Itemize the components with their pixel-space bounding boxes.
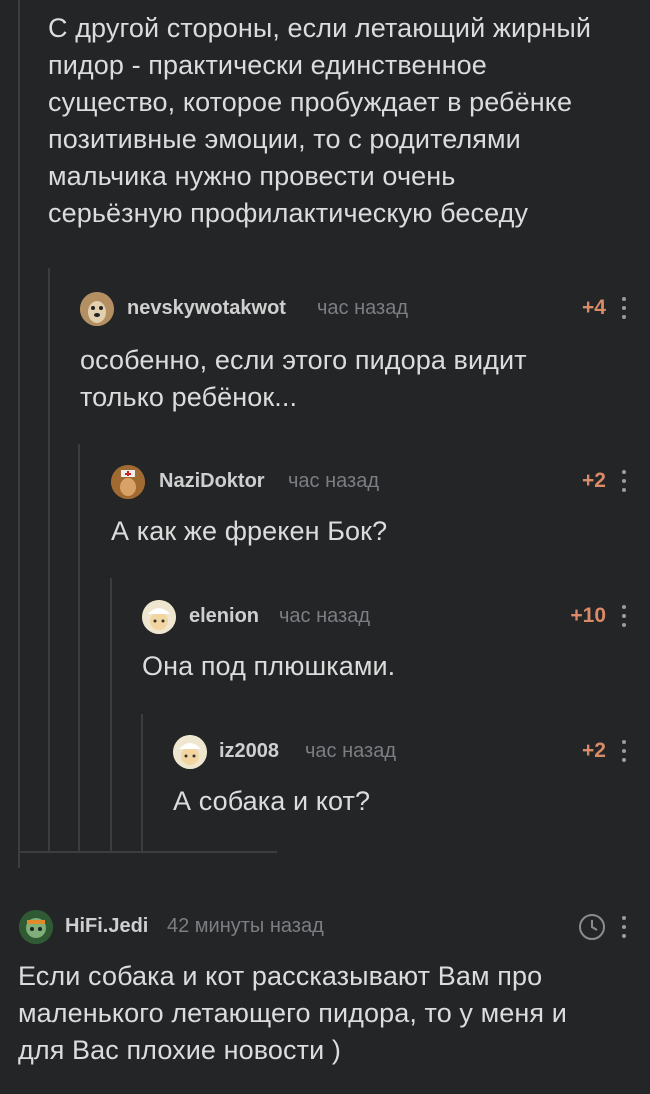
thread-line-5 <box>141 714 143 853</box>
avatar[interactable] <box>80 292 114 326</box>
timestamp: час назад <box>279 605 371 627</box>
text-line: позитивные эмоции, то с родителями <box>48 124 521 154</box>
timestamp: час назад <box>288 470 380 492</box>
text-line: серьёзную профилактическую беседу <box>48 198 529 228</box>
avatar[interactable] <box>142 600 176 634</box>
thread-line-2 <box>48 268 50 853</box>
username[interactable]: iz2008 <box>219 740 279 763</box>
comment-text: А собака и кот? <box>173 783 370 820</box>
rating-score: +4 <box>582 296 606 319</box>
more-vertical-icon[interactable] <box>621 470 627 492</box>
text-line: А как же фрекен Бок? <box>111 516 388 546</box>
timestamp: 42 минуты назад <box>167 915 324 937</box>
text-line: пидор - практически единственное <box>48 50 487 80</box>
text-line: особенно, если этого пидора видит <box>80 345 527 375</box>
thread-bottom-line <box>18 851 277 853</box>
thread-line-1 <box>18 0 20 868</box>
text-line: только ребёнок... <box>80 382 298 412</box>
user-avatar-icon <box>19 910 53 944</box>
text-line: Если собака и кот рассказывают Вам про <box>18 961 543 991</box>
user-avatar-icon <box>173 735 207 769</box>
text-line: С другой стороны, если летающий жирный <box>48 13 592 43</box>
rating-score: +2 <box>582 469 606 492</box>
text-line: маленького летающего пидора, то у меня и <box>18 998 567 1028</box>
text-line: существо, которое пробуждает в ребёнке <box>48 87 573 117</box>
more-vertical-icon[interactable] <box>621 916 627 938</box>
avatar[interactable] <box>173 735 207 769</box>
text-line: Она под плюшками. <box>142 651 396 681</box>
thread-line-4 <box>110 578 112 853</box>
more-vertical-icon[interactable] <box>621 605 627 627</box>
rating-score: +10 <box>570 604 606 627</box>
clock-icon[interactable] <box>578 913 606 941</box>
avatar[interactable] <box>19 910 53 944</box>
avatar[interactable] <box>111 465 145 499</box>
rating-score: +2 <box>582 739 606 762</box>
username[interactable]: HiFi.Jedi <box>65 915 148 938</box>
comment-text: особенно, если этого пидора видит только… <box>80 342 527 416</box>
text-line: мальчика нужно провести очень <box>48 161 456 191</box>
comment-text: А как же фрекен Бок? <box>111 513 387 550</box>
username[interactable]: elenion <box>189 605 259 628</box>
user-avatar-icon <box>142 600 176 634</box>
text-line: А собака и кот? <box>173 786 371 816</box>
username[interactable]: nevskywotakwot <box>127 297 286 320</box>
username[interactable]: NaziDoktor <box>159 470 265 493</box>
thread-line-3 <box>78 444 80 853</box>
text-line: для Вас плохие новости ) <box>18 1035 341 1065</box>
top-comment-text: С другой стороны, если летающий жирный п… <box>48 10 648 232</box>
timestamp: час назад <box>305 740 397 762</box>
comment-text: Она под плюшками. <box>142 648 395 685</box>
user-avatar-icon <box>111 465 145 499</box>
comment-text: Если собака и кот рассказывают Вам про м… <box>18 958 638 1069</box>
timestamp: час назад <box>317 297 409 319</box>
user-avatar-icon <box>80 292 114 326</box>
more-vertical-icon[interactable] <box>621 740 627 762</box>
more-vertical-icon[interactable] <box>621 297 627 319</box>
